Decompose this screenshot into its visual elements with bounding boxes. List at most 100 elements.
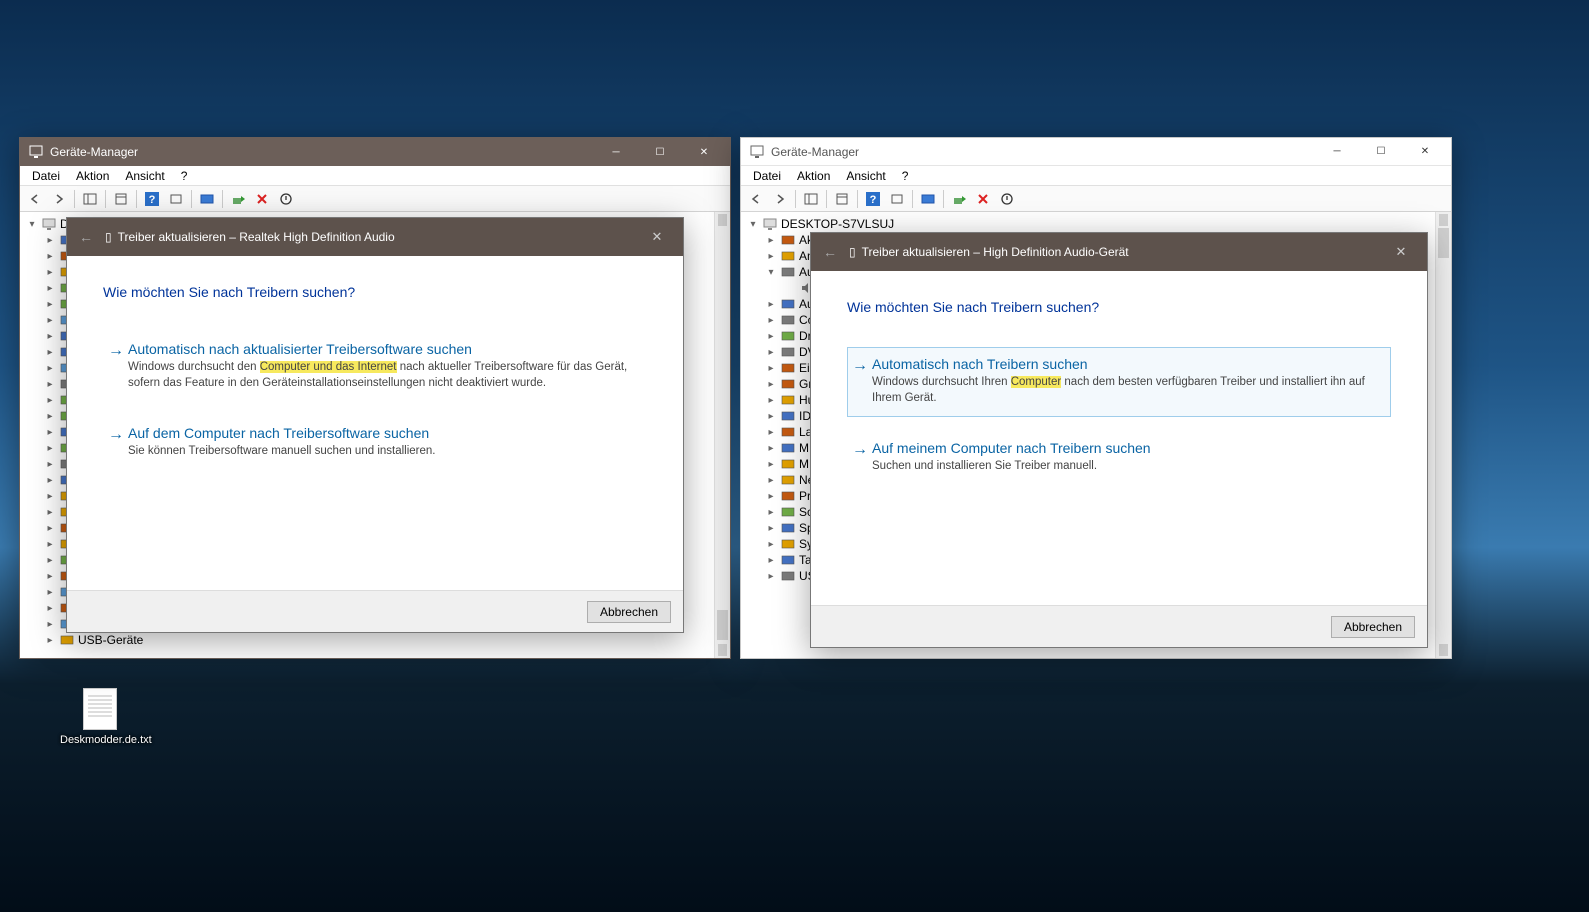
device-category-icon bbox=[780, 296, 796, 312]
dialog-titlebar[interactable]: ← ▯Treiber aktualisieren – High Definiti… bbox=[811, 233, 1427, 271]
tree-label: M bbox=[799, 457, 809, 471]
menu-aktion[interactable]: Aktion bbox=[789, 168, 838, 184]
computer-icon bbox=[41, 216, 57, 232]
show-hide-tree-button[interactable] bbox=[79, 188, 101, 210]
update-driver-dialog-left[interactable]: ← ▯Treiber aktualisieren – Realtek High … bbox=[66, 217, 684, 633]
back-button[interactable] bbox=[745, 188, 767, 210]
menu-datei[interactable]: Datei bbox=[745, 168, 789, 184]
scan-hardware-button[interactable] bbox=[196, 188, 218, 210]
dialog-title: Treiber aktualisieren – High Definition … bbox=[862, 245, 1129, 259]
titlebar[interactable]: Geräte-Manager ─ ☐ ✕ bbox=[741, 138, 1451, 166]
menu-help[interactable]: ? bbox=[173, 168, 196, 184]
device-category-icon bbox=[780, 456, 796, 472]
disable-button[interactable] bbox=[275, 188, 297, 210]
forward-button[interactable] bbox=[48, 188, 70, 210]
tree-label: USB-Geräte bbox=[78, 633, 143, 647]
show-hide-tree-button[interactable] bbox=[800, 188, 822, 210]
menu-bar: Datei Aktion Ansicht ? bbox=[741, 166, 1451, 186]
update-driver-dialog-right[interactable]: ← ▯Treiber aktualisieren – High Definiti… bbox=[810, 232, 1428, 648]
device-category-icon bbox=[780, 248, 796, 264]
option-browse-computer[interactable]: → Auf dem Computer nach Treibersoftware … bbox=[103, 416, 647, 471]
device-category-icon bbox=[780, 536, 796, 552]
menu-ansicht[interactable]: Ansicht bbox=[838, 168, 893, 184]
disable-button[interactable] bbox=[996, 188, 1018, 210]
device-category-icon bbox=[780, 376, 796, 392]
computer-icon bbox=[762, 216, 778, 232]
properties-button[interactable] bbox=[831, 188, 853, 210]
menu-help[interactable]: ? bbox=[894, 168, 917, 184]
option-browse-computer[interactable]: → Auf meinem Computer nach Treibern such… bbox=[847, 431, 1391, 486]
option-description: Sie können Treibersoftware manuell suche… bbox=[128, 444, 636, 460]
minimize-button[interactable]: ─ bbox=[594, 138, 638, 166]
dialog-titlebar[interactable]: ← ▯Treiber aktualisieren – Realtek High … bbox=[67, 218, 683, 256]
tree-node[interactable]: ▸USB-Geräte bbox=[22, 632, 728, 648]
arrow-icon: → bbox=[852, 440, 872, 459]
menu-ansicht[interactable]: Ansicht bbox=[117, 168, 172, 184]
option-auto-search[interactable]: → Automatisch nach Treibern suchen Windo… bbox=[847, 347, 1391, 417]
menu-aktion[interactable]: Aktion bbox=[68, 168, 117, 184]
uninstall-button[interactable] bbox=[972, 188, 994, 210]
help-button[interactable]: ? bbox=[141, 188, 163, 210]
device-category-icon bbox=[780, 472, 796, 488]
action-button[interactable] bbox=[165, 188, 187, 210]
menu-datei[interactable]: Datei bbox=[24, 168, 68, 184]
device-category-icon bbox=[780, 424, 796, 440]
uninstall-button[interactable] bbox=[251, 188, 273, 210]
device-icon: ▯ bbox=[849, 245, 856, 259]
device-category-icon bbox=[780, 328, 796, 344]
window-title: Geräte-Manager bbox=[771, 145, 1315, 159]
arrow-icon: → bbox=[852, 356, 872, 375]
cancel-button[interactable]: Abbrechen bbox=[587, 601, 671, 623]
option-description: Windows durchsucht Ihren Computer nach d… bbox=[872, 375, 1380, 406]
titlebar[interactable]: Geräte-Manager ─ ☐ ✕ bbox=[20, 138, 730, 166]
tree-label: Ei bbox=[799, 361, 810, 375]
device-icon: ▯ bbox=[105, 230, 112, 244]
text-file-icon bbox=[83, 688, 117, 730]
device-category-icon bbox=[780, 520, 796, 536]
scrollbar[interactable] bbox=[714, 212, 730, 658]
option-title: Auf meinem Computer nach Treibern suchen bbox=[872, 440, 1380, 456]
tree-root: DESKTOP-S7VLSUJ bbox=[781, 217, 894, 231]
close-button[interactable]: ✕ bbox=[637, 229, 677, 245]
toolbar: ? bbox=[741, 186, 1451, 212]
device-category-icon bbox=[780, 440, 796, 456]
update-driver-button[interactable] bbox=[948, 188, 970, 210]
device-category-icon bbox=[780, 312, 796, 328]
desktop-file[interactable]: Deskmodder.de.txt bbox=[60, 688, 140, 746]
update-driver-button[interactable] bbox=[227, 188, 249, 210]
option-description: Suchen und installieren Sie Treiber manu… bbox=[872, 459, 1380, 475]
device-category-icon bbox=[780, 392, 796, 408]
close-button[interactable]: ✕ bbox=[1381, 244, 1421, 260]
scan-hardware-button[interactable] bbox=[917, 188, 939, 210]
dialog-heading: Wie möchten Sie nach Treibern suchen? bbox=[847, 299, 1391, 315]
desktop-file-label: Deskmodder.de.txt bbox=[60, 734, 140, 746]
option-description: Windows durchsucht den Computer und das … bbox=[128, 360, 636, 391]
option-title: Automatisch nach Treibern suchen bbox=[872, 356, 1380, 372]
maximize-button[interactable]: ☐ bbox=[638, 138, 682, 166]
dialog-heading: Wie möchten Sie nach Treibern suchen? bbox=[103, 284, 647, 300]
tree-label: M bbox=[799, 441, 809, 455]
action-button[interactable] bbox=[886, 188, 908, 210]
device-category-icon bbox=[780, 488, 796, 504]
device-category-icon bbox=[780, 360, 796, 376]
help-button[interactable]: ? bbox=[862, 188, 884, 210]
device-category-icon bbox=[780, 344, 796, 360]
maximize-button[interactable]: ☐ bbox=[1359, 138, 1403, 166]
close-button[interactable]: ✕ bbox=[1403, 138, 1447, 166]
minimize-button[interactable]: ─ bbox=[1315, 138, 1359, 166]
scrollbar[interactable] bbox=[1435, 212, 1451, 658]
forward-button[interactable] bbox=[769, 188, 791, 210]
option-title: Auf dem Computer nach Treibersoftware su… bbox=[128, 425, 636, 441]
app-icon bbox=[749, 144, 765, 160]
properties-button[interactable] bbox=[110, 188, 132, 210]
option-auto-search[interactable]: → Automatisch nach aktualisierter Treibe… bbox=[103, 332, 647, 402]
cancel-button[interactable]: Abbrechen bbox=[1331, 616, 1415, 638]
arrow-icon: → bbox=[108, 341, 128, 360]
svg-text:?: ? bbox=[870, 194, 877, 206]
close-button[interactable]: ✕ bbox=[682, 138, 726, 166]
back-button[interactable] bbox=[24, 188, 46, 210]
arrow-icon: → bbox=[108, 425, 128, 444]
device-category-icon bbox=[780, 408, 796, 424]
device-category-icon bbox=[780, 552, 796, 568]
window-title: Geräte-Manager bbox=[50, 145, 594, 159]
